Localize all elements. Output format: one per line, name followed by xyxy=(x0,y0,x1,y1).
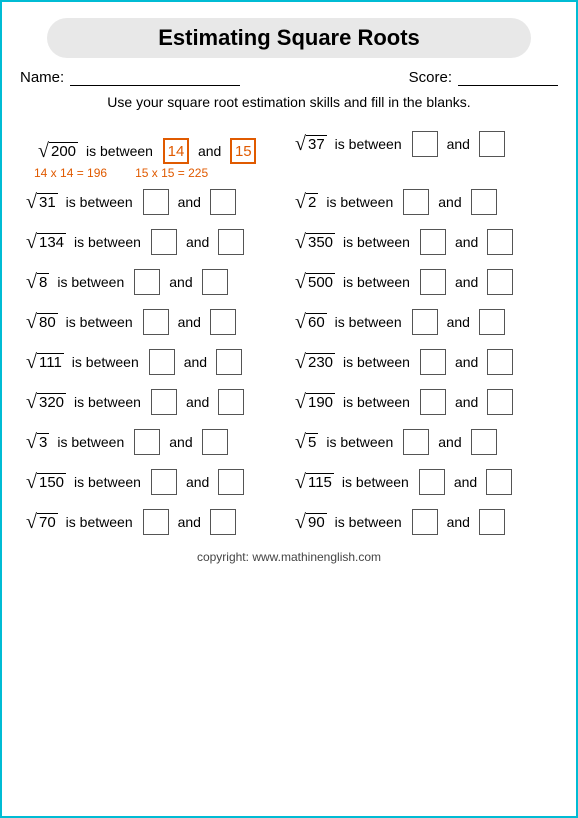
left-box2-4[interactable] xyxy=(210,309,236,335)
example-answer2: 15 xyxy=(230,138,256,164)
right-box2-8[interactable] xyxy=(486,469,512,495)
right-box2-0[interactable] xyxy=(479,131,505,157)
right-problem-3: √500 is between and xyxy=(289,262,558,302)
right-box1-4[interactable] xyxy=(412,309,438,335)
right-box1-2[interactable] xyxy=(420,229,446,255)
left-box1-3[interactable] xyxy=(134,269,160,295)
left-problem-1: √31 is between and xyxy=(20,182,289,222)
right-box2-2[interactable] xyxy=(487,229,513,255)
right-box1-0[interactable] xyxy=(412,131,438,157)
right-box2-4[interactable] xyxy=(479,309,505,335)
instructions: Use your square root estimation skills a… xyxy=(20,94,558,110)
example-and: and xyxy=(198,143,221,159)
left-box2-7[interactable] xyxy=(202,429,228,455)
right-problem-9: √90 is between and xyxy=(289,502,558,542)
left-box2-8[interactable] xyxy=(218,469,244,495)
example-answer1: 14 xyxy=(163,138,189,164)
right-is-between-0: is between xyxy=(335,136,402,152)
left-box1-2[interactable] xyxy=(151,229,177,255)
right-box1-9[interactable] xyxy=(412,509,438,535)
right-box2-9[interactable] xyxy=(479,509,505,535)
right-radical-0: √37 xyxy=(295,134,327,154)
hint1: 14 x 14 = 196 xyxy=(34,166,107,180)
left-problem-5: √111 is between and xyxy=(20,342,289,382)
score-underline xyxy=(458,68,558,86)
right-box1-8[interactable] xyxy=(419,469,445,495)
left-box2-5[interactable] xyxy=(216,349,242,375)
right-and-0: and xyxy=(447,136,470,152)
left-box1-7[interactable] xyxy=(134,429,160,455)
score-label: Score: xyxy=(409,69,452,86)
left-problem-3: √8 is between and xyxy=(20,262,289,302)
left-problem-8: √150 is between and xyxy=(20,462,289,502)
right-box2-7[interactable] xyxy=(471,429,497,455)
left-box1-4[interactable] xyxy=(143,309,169,335)
name-label: Name: xyxy=(20,69,64,86)
left-box2-6[interactable] xyxy=(218,389,244,415)
right-problem-4: √60 is between and xyxy=(289,302,558,342)
right-box1-7[interactable] xyxy=(403,429,429,455)
left-box1-5[interactable] xyxy=(149,349,175,375)
left-box1-6[interactable] xyxy=(151,389,177,415)
left-problem-2: √134 is between and xyxy=(20,222,289,262)
left-problem-4: √80 is between and xyxy=(20,302,289,342)
hint2: 15 x 15 = 225 xyxy=(135,166,208,180)
right-box1-5[interactable] xyxy=(420,349,446,375)
left-box2-2[interactable] xyxy=(218,229,244,255)
left-box1-8[interactable] xyxy=(151,469,177,495)
left-box2-3[interactable] xyxy=(202,269,228,295)
left-box2-9[interactable] xyxy=(210,509,236,535)
right-box2-6[interactable] xyxy=(487,389,513,415)
right-box2-3[interactable] xyxy=(487,269,513,295)
right-box2-5[interactable] xyxy=(487,349,513,375)
right-box1-3[interactable] xyxy=(420,269,446,295)
copyright: copyright: www.mathinenglish.com xyxy=(20,550,558,564)
example-is-between: is between xyxy=(86,143,153,159)
right-problem-7: √5 is between and xyxy=(289,422,558,462)
name-underline xyxy=(70,68,240,86)
right-problem-5: √230 is between and xyxy=(289,342,558,382)
name-score-row: Name: Score: xyxy=(20,68,558,86)
example-radical: √200 xyxy=(38,141,78,161)
left-problem-7: √3 is between and xyxy=(20,422,289,462)
right-problem-1: √2 is between and xyxy=(289,182,558,222)
left-problem-9: √70 is between and xyxy=(20,502,289,542)
problems-grid: √31 is between and √2 is between and √13… xyxy=(20,182,558,542)
right-box1-1[interactable] xyxy=(403,189,429,215)
right-box2-1[interactable] xyxy=(471,189,497,215)
left-box1-1[interactable] xyxy=(143,189,169,215)
left-box1-9[interactable] xyxy=(143,509,169,535)
left-box2-1[interactable] xyxy=(210,189,236,215)
right-box1-6[interactable] xyxy=(420,389,446,415)
left-problem-6: √320 is between and xyxy=(20,382,289,422)
right-problem-8: √115 is between and xyxy=(289,462,558,502)
right-problem-2: √350 is between and xyxy=(289,222,558,262)
right-problem-6: √190 is between and xyxy=(289,382,558,422)
page-title: Estimating Square Roots xyxy=(47,18,531,58)
